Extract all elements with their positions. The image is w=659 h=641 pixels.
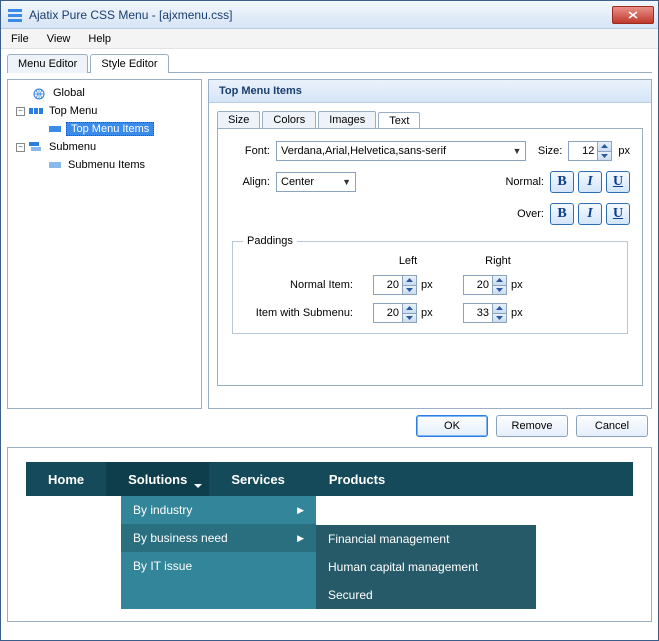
font-label: Font: bbox=[230, 145, 270, 157]
normal-right-spinner[interactable] bbox=[463, 275, 507, 295]
left-header: Left bbox=[373, 255, 443, 267]
style-tree: Global − Top Menu Top Menu Items − Subme… bbox=[7, 79, 202, 409]
preview-submenu2: Financial management Human capital manag… bbox=[316, 525, 536, 609]
tree-node-submenu[interactable]: − Submenu bbox=[12, 138, 197, 156]
tab-menu-editor[interactable]: Menu Editor bbox=[7, 54, 88, 73]
tree-label: Global bbox=[51, 87, 87, 99]
property-tabs: Size Colors Images Text bbox=[209, 103, 651, 128]
chevron-down-icon: ▼ bbox=[512, 146, 521, 156]
remove-button[interactable]: Remove bbox=[496, 415, 568, 437]
panel-title: Top Menu Items bbox=[209, 80, 651, 103]
cancel-button[interactable]: Cancel bbox=[576, 415, 648, 437]
preview-sub-item[interactable]: By IT issue bbox=[121, 552, 316, 580]
tree-label: Submenu Items bbox=[66, 159, 147, 171]
item-icon bbox=[48, 124, 62, 134]
underline-normal-button[interactable]: U bbox=[606, 171, 630, 193]
tab-style-editor[interactable]: Style Editor bbox=[90, 54, 168, 73]
paddings-group: Paddings Left Right Normal Item: px px I… bbox=[232, 235, 628, 334]
menu-file[interactable]: File bbox=[7, 31, 33, 48]
menu-help[interactable]: Help bbox=[84, 31, 115, 48]
globe-icon bbox=[33, 88, 47, 98]
right-header: Right bbox=[463, 255, 533, 267]
font-value: Verdana,Arial,Helvetica,sans-serif bbox=[281, 145, 446, 157]
preview-top-item[interactable]: Services bbox=[209, 462, 307, 496]
submenu-left-spinner[interactable] bbox=[373, 303, 417, 323]
item-icon bbox=[48, 160, 62, 170]
submenu-right-spinner[interactable] bbox=[463, 303, 507, 323]
preview-top-item[interactable]: Solutions bbox=[106, 462, 209, 496]
tree-label: Submenu bbox=[47, 141, 98, 153]
spin-down-icon[interactable] bbox=[597, 151, 611, 161]
underline-over-button[interactable]: U bbox=[606, 203, 630, 225]
align-value: Center bbox=[281, 176, 314, 188]
subtab-text[interactable]: Text bbox=[378, 112, 420, 129]
close-button[interactable] bbox=[612, 6, 654, 24]
preview-sub-item[interactable]: By business need▶ bbox=[121, 524, 316, 552]
tree-label: Top Menu Items bbox=[66, 122, 154, 136]
bold-over-button[interactable]: B bbox=[550, 203, 574, 225]
menu-preview: Home Solutions Services Products By indu… bbox=[7, 447, 652, 622]
preview-sub2-item[interactable]: Financial management bbox=[316, 525, 536, 553]
tree-node-submenu-items[interactable]: Submenu Items bbox=[44, 156, 197, 174]
preview-sub2-item[interactable]: Human capital management bbox=[316, 553, 536, 581]
align-label: Align: bbox=[230, 176, 270, 188]
properties-panel: Top Menu Items Size Colors Images Text F… bbox=[208, 79, 652, 409]
app-menubar: File View Help bbox=[1, 29, 658, 49]
close-icon bbox=[628, 11, 638, 19]
italic-normal-button[interactable]: I bbox=[578, 171, 602, 193]
normal-left-spinner[interactable] bbox=[373, 275, 417, 295]
caret-right-icon: ▶ bbox=[297, 505, 304, 516]
over-style-label: Over: bbox=[517, 208, 544, 220]
editor-tabs: Menu Editor Style Editor bbox=[1, 49, 658, 72]
paddings-legend: Paddings bbox=[243, 235, 297, 247]
preview-sub-item[interactable]: By industry▶ bbox=[121, 496, 316, 524]
caret-right-icon: ▶ bbox=[297, 533, 304, 544]
tree-label: Top Menu bbox=[47, 105, 99, 117]
font-combo[interactable]: Verdana,Arial,Helvetica,sans-serif ▼ bbox=[276, 141, 526, 161]
preview-sub2-item[interactable]: Secured bbox=[316, 581, 536, 609]
item-submenu-label: Item with Submenu: bbox=[243, 307, 353, 319]
align-combo[interactable]: Center ▼ bbox=[276, 172, 356, 192]
tree-node-top-menu-items[interactable]: Top Menu Items bbox=[44, 120, 197, 138]
submenu-icon bbox=[29, 142, 43, 152]
size-unit: px bbox=[618, 145, 630, 157]
size-spinner[interactable] bbox=[568, 141, 612, 161]
tree-node-global[interactable]: Global bbox=[12, 84, 197, 102]
tree-node-top-menu[interactable]: − Top Menu bbox=[12, 102, 197, 120]
chevron-down-icon: ▼ bbox=[342, 177, 351, 187]
subtab-size[interactable]: Size bbox=[217, 111, 260, 128]
collapse-icon[interactable]: − bbox=[16, 143, 25, 152]
window-title: Ajatix Pure CSS Menu - [ajxmenu.css] bbox=[29, 8, 612, 22]
menu-bar-icon bbox=[29, 106, 43, 116]
size-label: Size: bbox=[532, 145, 562, 157]
menu-view[interactable]: View bbox=[43, 31, 75, 48]
subtab-images[interactable]: Images bbox=[318, 111, 376, 128]
preview-top-item[interactable]: Home bbox=[26, 462, 106, 496]
bold-normal-button[interactable]: B bbox=[550, 171, 574, 193]
dialog-buttons: OK Remove Cancel bbox=[1, 415, 648, 437]
size-input[interactable] bbox=[569, 142, 597, 160]
title-bar: Ajatix Pure CSS Menu - [ajxmenu.css] bbox=[1, 1, 658, 29]
italic-over-button[interactable]: I bbox=[578, 203, 602, 225]
collapse-icon[interactable]: − bbox=[16, 107, 25, 116]
preview-top-item[interactable]: Products bbox=[307, 462, 407, 496]
subtab-colors[interactable]: Colors bbox=[262, 111, 316, 128]
spin-up-icon[interactable] bbox=[597, 142, 611, 151]
preview-top-menu: Home Solutions Services Products bbox=[26, 462, 633, 496]
ok-button[interactable]: OK bbox=[416, 415, 488, 437]
app-icon bbox=[7, 7, 23, 23]
preview-submenu: By industry▶ By business need▶ By IT iss… bbox=[121, 496, 316, 609]
normal-style-label: Normal: bbox=[505, 176, 544, 188]
normal-item-label: Normal Item: bbox=[243, 279, 353, 291]
